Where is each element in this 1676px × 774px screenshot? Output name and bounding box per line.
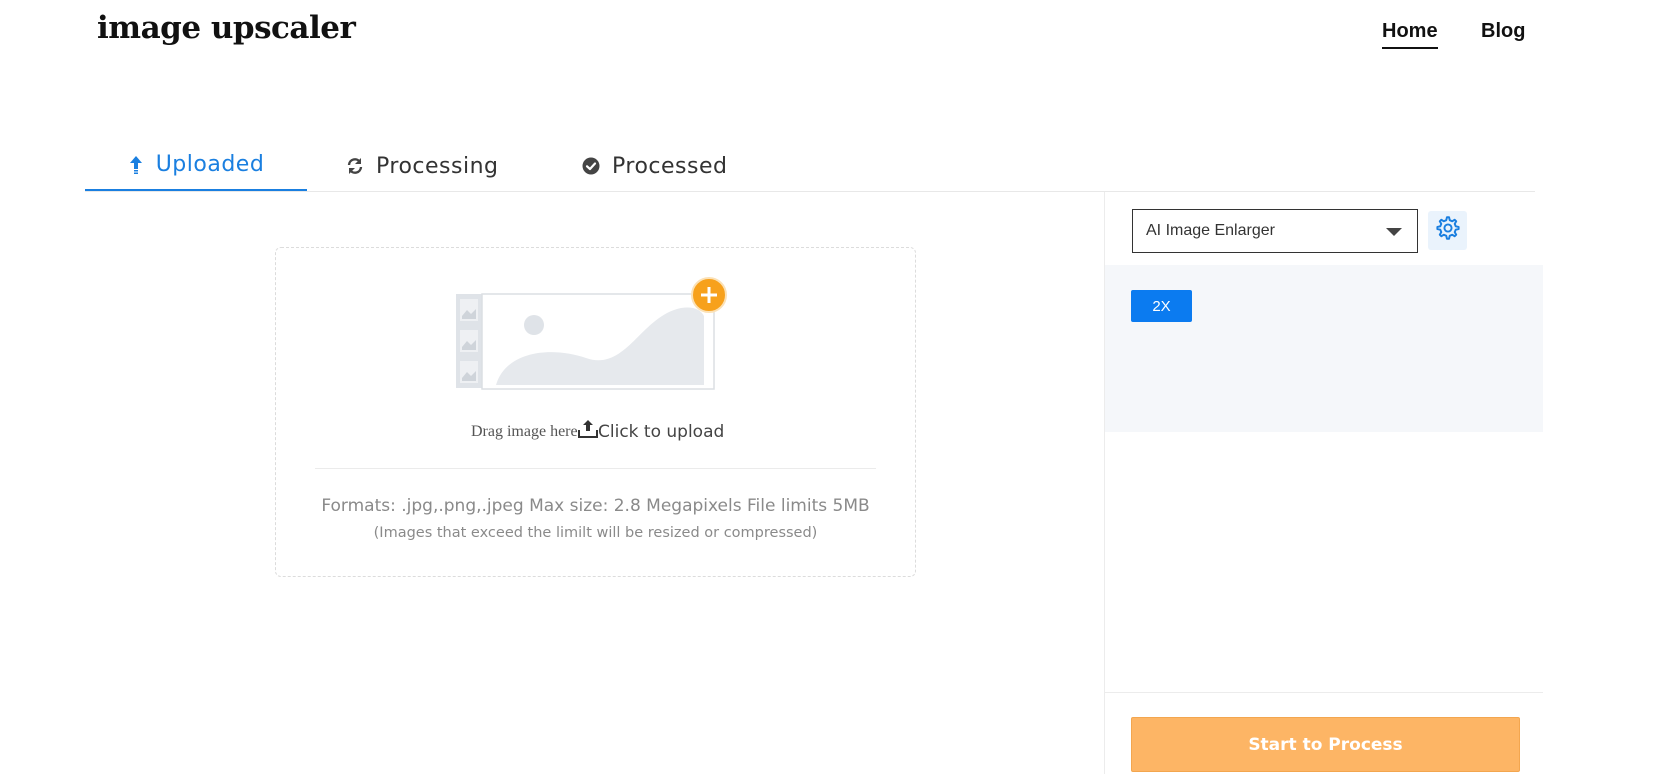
- nav-blog-link[interactable]: Blog: [1481, 20, 1525, 47]
- formats-info: Formats: .jpg,.png,.jpeg Max size: 2.8 M…: [321, 496, 870, 516]
- gear-icon: [1435, 215, 1461, 246]
- tab-processed[interactable]: Processed: [582, 140, 727, 192]
- upload-divider: [315, 468, 876, 469]
- start-process-button[interactable]: Start to Process: [1131, 717, 1520, 772]
- limit-note: (Images that exceed the limilt will be r…: [373, 525, 818, 541]
- chevron-down-icon: [1386, 228, 1402, 236]
- click-to-upload-link[interactable]: Click to upload: [578, 419, 724, 444]
- upload-tray-icon: [578, 419, 598, 444]
- check-circle-icon: [582, 157, 600, 175]
- model-select-dropdown[interactable]: AI Image Enlarger: [1132, 209, 1418, 253]
- tabs-divider: [85, 191, 1535, 192]
- tab-uploaded-label: Uploaded: [155, 152, 265, 177]
- tab-uploaded[interactable]: Uploaded: [85, 140, 307, 191]
- site-logo[interactable]: image upscaler: [97, 10, 356, 46]
- drag-hint-text: Drag image here: [471, 423, 578, 440]
- sidebar-bottom-divider: [1105, 692, 1543, 693]
- refresh-icon: [346, 157, 364, 175]
- tab-processing-label: Processing: [376, 153, 499, 179]
- tab-processing[interactable]: Processing: [346, 140, 498, 192]
- nav-home-link[interactable]: Home: [1382, 20, 1438, 49]
- scale-2x-button[interactable]: 2X: [1131, 290, 1192, 322]
- image-placeholder-illustration[interactable]: [456, 276, 736, 401]
- click-to-upload-label: Click to upload: [598, 421, 725, 442]
- model-select-value: AI Image Enlarger: [1146, 222, 1275, 239]
- upload-arrow-icon: [128, 155, 144, 175]
- settings-button[interactable]: [1428, 211, 1467, 250]
- tab-processed-label: Processed: [612, 153, 728, 179]
